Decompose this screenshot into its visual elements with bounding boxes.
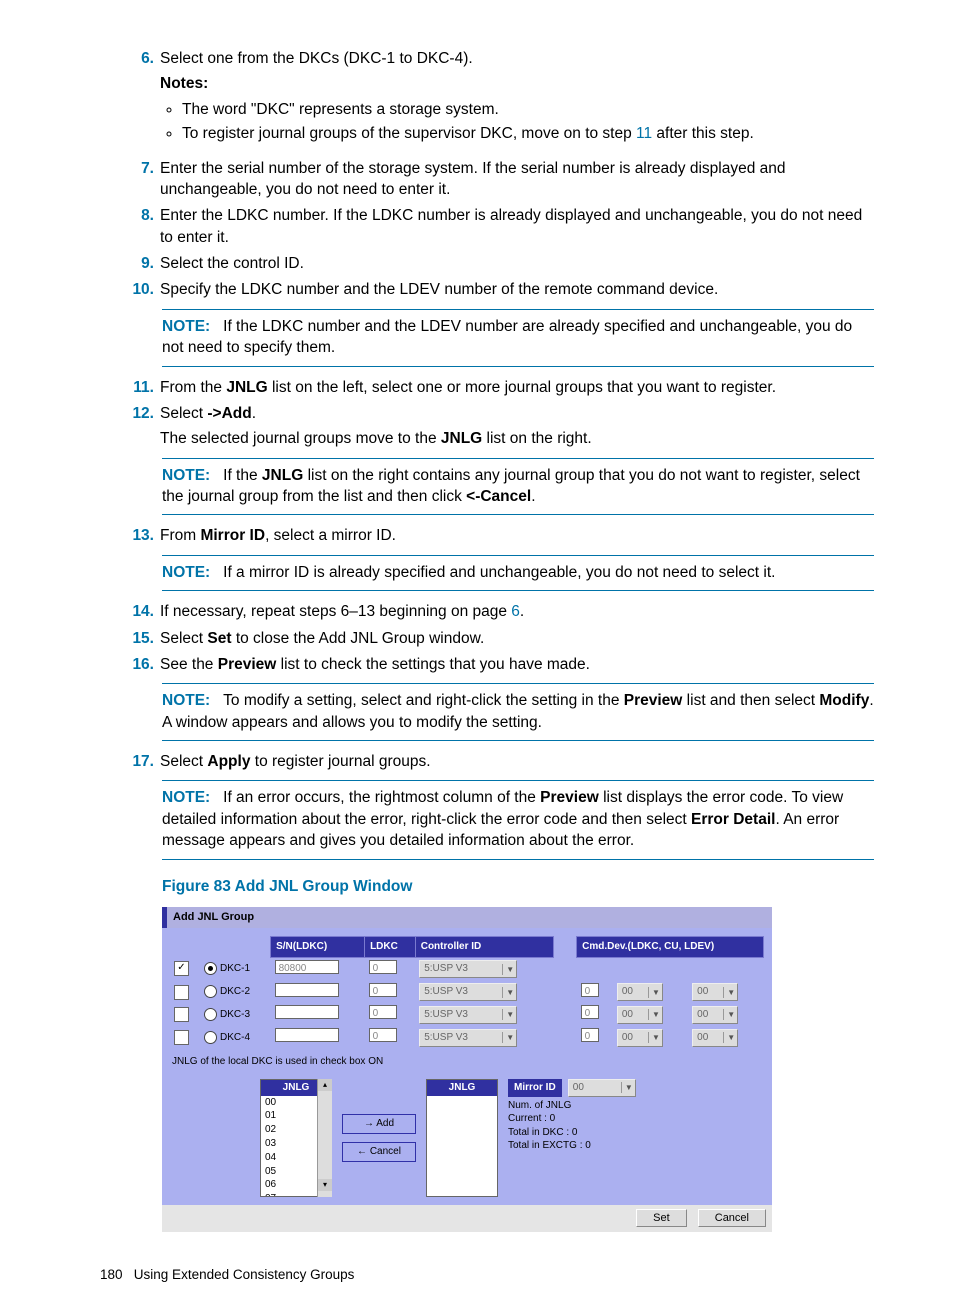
- mirror-id-dropdown[interactable]: 00▼: [568, 1079, 636, 1097]
- ldkc-field[interactable]: 0: [369, 1028, 397, 1042]
- note-label: NOTE:: [162, 789, 210, 806]
- step-number: 15.: [124, 628, 154, 649]
- notes-bullets: The word "DKC" represents a storage syst…: [182, 99, 870, 145]
- col-cmddev: Cmd.Dev.(LDKC, CU, LDEV): [577, 937, 764, 958]
- window-title: Add JNL Group: [162, 907, 772, 928]
- controller-dropdown[interactable]: 5:USP V3▼: [419, 983, 517, 1001]
- note-box: NOTE: If an error occurs, the rightmost …: [162, 780, 874, 859]
- dkc-checkbox[interactable]: [174, 1007, 189, 1022]
- cmd-ldkc[interactable]: 0: [581, 1005, 599, 1019]
- add-button[interactable]: → Add: [342, 1114, 416, 1134]
- window-panel: S/N(LDKC) LDKC Controller ID Cmd.Dev.(LD…: [162, 928, 772, 1205]
- step-body: From the JNLG list on the left, select o…: [160, 377, 870, 398]
- cmd-cu-dropdown[interactable]: 00▼: [617, 1029, 663, 1047]
- cmd-ldev-dropdown[interactable]: 00▼: [692, 1029, 738, 1047]
- panel-note: JNLG of the local DKC is used in check b…: [172, 1055, 764, 1069]
- dkc-radio[interactable]: [204, 1031, 217, 1044]
- step-number: 12.: [124, 403, 154, 424]
- bullet: To register journal groups of the superv…: [182, 123, 870, 144]
- step-body: See the Preview list to check the settin…: [160, 654, 870, 675]
- dkc-checkbox[interactable]: [174, 985, 189, 1000]
- ldkc-field[interactable]: 0: [369, 960, 397, 974]
- controller-dropdown[interactable]: 5:USP V3▼: [419, 1006, 517, 1024]
- step-body: Select one from the DKCs (DKC-1 to DKC-4…: [160, 48, 870, 153]
- step-body: From Mirror ID, select a mirror ID.: [160, 525, 870, 546]
- page-footer: 180 Using Extended Consistency Groups: [100, 1266, 874, 1285]
- page-link-6[interactable]: 6: [511, 603, 520, 620]
- note-box: NOTE: If a mirror ID is already specifie…: [162, 555, 874, 591]
- ldkc-field[interactable]: 0: [369, 983, 397, 997]
- set-button[interactable]: Set: [636, 1209, 687, 1227]
- col-ldkc: LDKC: [365, 937, 416, 958]
- jnlg-right-list[interactable]: JNLG: [426, 1079, 498, 1197]
- sn-field[interactable]: 80800: [275, 960, 339, 974]
- dkc-name: DKC-1: [220, 963, 250, 974]
- note-text: If a mirror ID is already specified and …: [223, 564, 775, 581]
- step-number: 14.: [124, 601, 154, 622]
- col-ctrl: Controller ID: [415, 937, 553, 958]
- step-number: 8.: [124, 205, 154, 226]
- step-number: 7.: [124, 158, 154, 179]
- dkc-name: DKC-4: [220, 1032, 250, 1043]
- note-box: NOTE: To modify a setting, select and ri…: [162, 683, 874, 741]
- dkc-checkbox[interactable]: [174, 961, 189, 976]
- step-number: 16.: [124, 654, 154, 675]
- dkc-table: S/N(LDKC) LDKC Controller ID Cmd.Dev.(LD…: [170, 936, 764, 1049]
- step-body: Select Set to close the Add JNL Group wi…: [160, 628, 870, 649]
- cmd-ldev-dropdown[interactable]: 00▼: [692, 1006, 738, 1024]
- button-row: Set Cancel: [162, 1205, 772, 1232]
- add-jnl-group-window: Add JNL Group S/N(LDKC) LDKC Controller …: [162, 907, 772, 1232]
- dkc-name: DKC-2: [220, 986, 250, 997]
- controller-dropdown[interactable]: 5:USP V3▼: [419, 1029, 517, 1047]
- step-link-11[interactable]: 11: [636, 125, 652, 142]
- note-text: If the LDKC number and the LDEV number a…: [162, 318, 852, 356]
- page-number: 180: [100, 1267, 123, 1282]
- sn-field[interactable]: [275, 983, 339, 997]
- step-body: If necessary, repeat steps 6–13 beginnin…: [160, 601, 870, 622]
- step-body: Select Apply to register journal groups.: [160, 751, 870, 772]
- dkc-checkbox[interactable]: [174, 1030, 189, 1045]
- dkc-radio[interactable]: [204, 1008, 217, 1021]
- ldkc-field[interactable]: 0: [369, 1005, 397, 1019]
- cmd-cu-dropdown[interactable]: 00▼: [617, 1006, 663, 1024]
- section-title: Using Extended Consistency Groups: [134, 1267, 355, 1282]
- note-label: NOTE:: [162, 564, 210, 581]
- step-number: 13.: [124, 525, 154, 546]
- cmd-ldev-dropdown[interactable]: 00▼: [692, 983, 738, 1001]
- cmd-ldkc[interactable]: 0: [581, 1028, 599, 1042]
- notes-label: Notes:: [160, 73, 870, 94]
- dkc-radio[interactable]: [204, 985, 217, 998]
- bullet: The word "DKC" represents a storage syst…: [182, 99, 870, 120]
- step-body: Specify the LDKC number and the LDEV num…: [160, 279, 870, 300]
- step-number: 10.: [124, 279, 154, 300]
- scrollbar[interactable]: ▴▾: [317, 1079, 332, 1197]
- step-number: 11.: [124, 377, 154, 398]
- note-box: NOTE: If the LDKC number and the LDEV nu…: [162, 309, 874, 367]
- dkc-name: DKC-3: [220, 1009, 250, 1020]
- note-label: NOTE:: [162, 318, 210, 335]
- note-label: NOTE:: [162, 692, 210, 709]
- step-body: Select ->Add. The selected journal group…: [160, 403, 870, 450]
- mirror-id-label: Mirror ID: [508, 1079, 562, 1097]
- sn-field[interactable]: [275, 1005, 339, 1019]
- numbered-steps: 6. Select one from the DKCs (DKC-1 to DK…: [124, 48, 874, 860]
- cmd-cu-dropdown[interactable]: 00▼: [617, 983, 663, 1001]
- step-body: Enter the serial number of the storage s…: [160, 158, 870, 201]
- cancel-button[interactable]: ← Cancel: [342, 1142, 416, 1162]
- step-body: Select the control ID.: [160, 253, 870, 274]
- cancel-window-button[interactable]: Cancel: [698, 1209, 766, 1227]
- step-number: 17.: [124, 751, 154, 772]
- cmd-ldkc[interactable]: 0: [581, 983, 599, 997]
- step-number: 6.: [124, 48, 154, 69]
- col-sn: S/N(LDKC): [271, 937, 365, 958]
- dkc-radio[interactable]: [204, 962, 217, 975]
- sn-field[interactable]: [275, 1028, 339, 1042]
- note-box: NOTE: If the JNLG list on the right cont…: [162, 458, 874, 516]
- step-body: Enter the LDKC number. If the LDKC numbe…: [160, 205, 870, 248]
- note-label: NOTE:: [162, 467, 210, 484]
- figure-caption: Figure 83 Add JNL Group Window: [162, 876, 874, 897]
- step-number: 9.: [124, 253, 154, 274]
- stats-box: Num. of JNLG Current : 0 Total in DKC : …: [508, 1099, 636, 1153]
- controller-dropdown[interactable]: 5:USP V3▼: [419, 960, 517, 978]
